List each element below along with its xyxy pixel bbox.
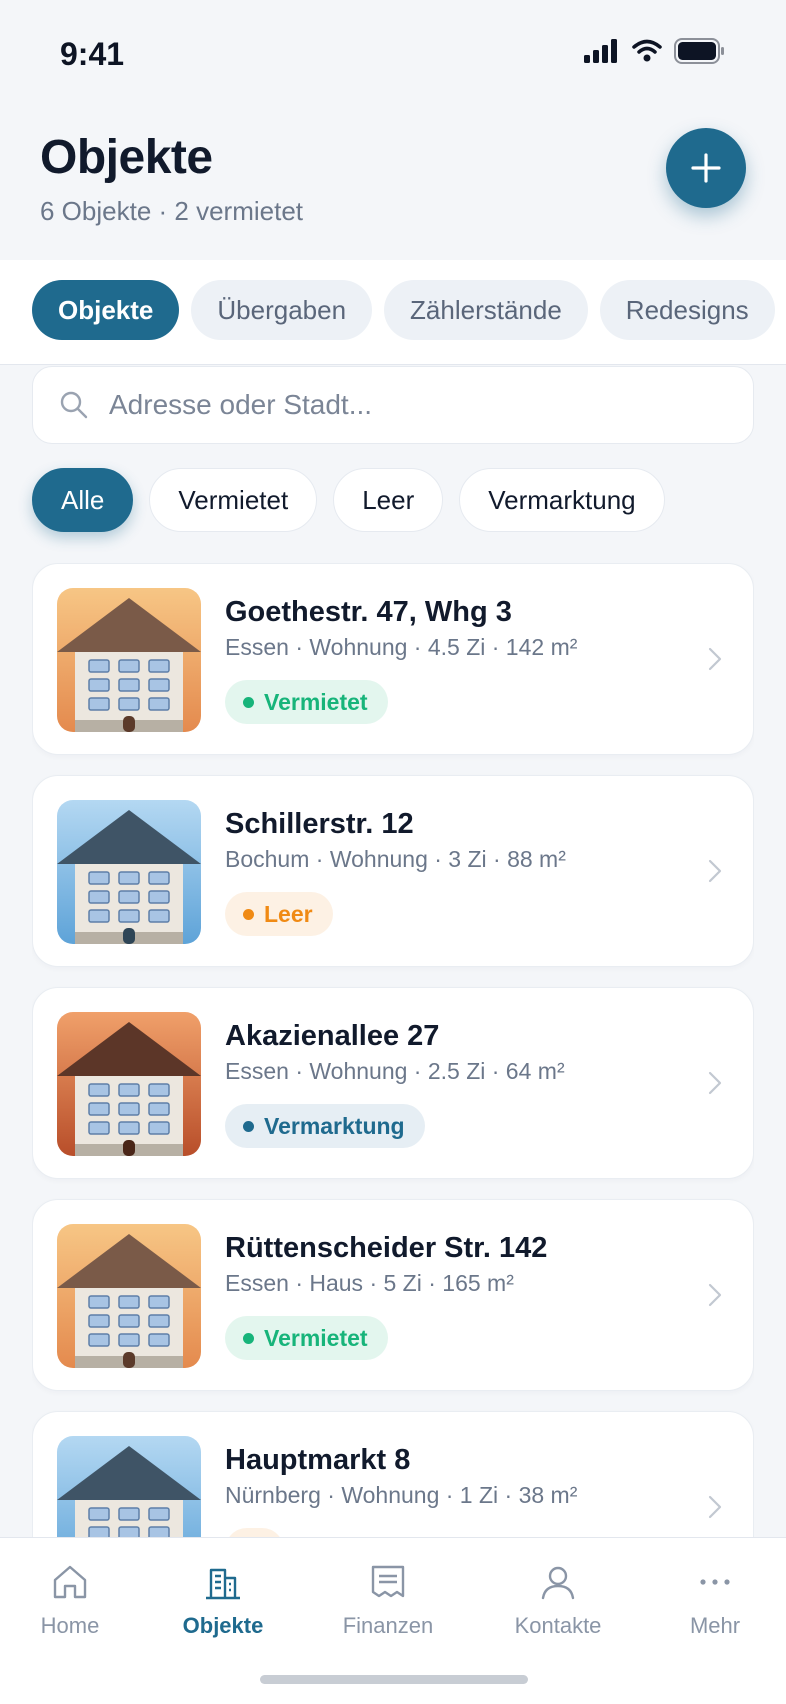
property-card[interactable]: Goethestr. 47, Whg 3 Essen · Wohnung · 4… (32, 563, 754, 755)
status-icons (584, 38, 726, 64)
status-time: 9:41 (60, 36, 125, 72)
status-badge: Vermietet (225, 1316, 388, 1360)
house-thumbnail (57, 1436, 201, 1537)
home-indicator (260, 1675, 528, 1684)
property-card[interactable]: Schillerstr. 12 Bochum · Wohnung · 3 Zi … (32, 775, 754, 967)
house-thumbnail (57, 588, 201, 732)
status-filters: Alle Vermietet Leer Vermarktung (32, 468, 665, 532)
property-title: Rüttenscheider Str. 142 (225, 1232, 548, 1264)
page-title: Objekte (40, 131, 213, 184)
property-card[interactable]: Hauptmarkt 8 Nürnberg · Wohnung · 1 Zi ·… (32, 1411, 754, 1537)
status-badge: Vermietet (225, 680, 388, 724)
property-card[interactable]: Rüttenscheider Str. 142 Essen · Haus · 5… (32, 1199, 754, 1391)
nav-item-kontakte[interactable]: Kontakte (488, 1562, 628, 1639)
status-badge: Leer (225, 892, 333, 936)
person-icon (541, 1566, 575, 1600)
section-tabs: Objekte Übergaben Zählerstände Redesigns (0, 260, 786, 365)
nav-item-objekte[interactable]: Objekte (153, 1562, 293, 1639)
status-dot (243, 696, 254, 708)
nav-label: Home (40, 1613, 100, 1638)
property-meta: Nürnberg · Wohnung · 1 Zi · 38 m² (225, 1482, 578, 1508)
tab-uebergaben[interactable]: Übergaben (191, 280, 373, 340)
page-header: Objekte 6 Objekte · 2 vermietet (0, 110, 786, 260)
chevron-right-icon (708, 647, 722, 671)
search-input[interactable] (109, 367, 729, 443)
filter-leer[interactable]: Leer (333, 468, 444, 532)
status-bar: 9:41 (0, 0, 786, 110)
house-thumbnail (57, 1012, 201, 1156)
filter-vermarktung[interactable]: Vermarktung (459, 468, 665, 532)
receipt-icon (371, 1565, 405, 1598)
plus-icon (691, 153, 721, 183)
nav-item-finanzen[interactable]: Finanzen (318, 1562, 458, 1639)
house-thumbnail (57, 1224, 201, 1368)
property-meta: Bochum · Wohnung · 3 Zi · 88 m² (225, 846, 566, 872)
nav-label: Finanzen (342, 1613, 434, 1638)
nav-label: Mehr (689, 1613, 741, 1638)
status-label: Vermietet (264, 1324, 368, 1351)
nav-label: Objekte (182, 1613, 264, 1638)
property-meta: Essen · Wohnung · 2.5 Zi · 64 m² (225, 1058, 565, 1084)
nav-label: Kontakte (514, 1613, 602, 1638)
filter-vermietet[interactable]: Vermietet (149, 468, 318, 532)
add-object-button[interactable] (666, 128, 746, 208)
more-icon (700, 1579, 730, 1585)
status-badge (225, 1528, 284, 1537)
home-icon (53, 1565, 87, 1599)
status-dot (243, 908, 254, 920)
battery-icon (674, 38, 724, 64)
nav-item-mehr[interactable]: Mehr (645, 1562, 785, 1639)
status-badge: Vermarktung (225, 1104, 425, 1148)
property-meta: Essen · Haus · 5 Zi · 165 m² (225, 1270, 514, 1296)
tab-zaehlerstaende[interactable]: Zählerstände (384, 280, 588, 340)
property-title: Akazienallee 27 (225, 1020, 440, 1052)
chevron-right-icon (708, 1495, 722, 1519)
property-title: Schillerstr. 12 (225, 808, 414, 840)
filter-alle[interactable]: Alle (32, 468, 134, 532)
house-thumbnail (57, 800, 201, 944)
property-meta: Essen · Wohnung · 4.5 Zi · 142 m² (225, 634, 578, 660)
search-icon (60, 391, 88, 419)
property-list: Goethestr. 47, Whg 3 Essen · Wohnung · 4… (32, 563, 754, 1537)
wifi-icon (632, 39, 662, 62)
chevron-right-icon (708, 859, 722, 883)
property-title: Goethestr. 47, Whg 3 (225, 596, 512, 628)
tab-redesigns[interactable]: Redesigns (599, 280, 775, 340)
tab-objekte[interactable]: Objekte (32, 280, 180, 340)
building-icon (206, 1568, 240, 1600)
nav-item-home[interactable]: Home (0, 1562, 140, 1639)
status-dot (243, 1332, 254, 1344)
page-subtitle: 6 Objekte · 2 vermietet (40, 196, 303, 226)
signal-icon (584, 39, 617, 63)
status-label: Vermietet (264, 688, 368, 715)
search-box (32, 366, 754, 444)
status-label: Vermarktung (264, 1112, 405, 1139)
chevron-right-icon (708, 1283, 722, 1307)
status-dot (243, 1120, 254, 1132)
status-label: Leer (264, 900, 313, 927)
property-title: Hauptmarkt 8 (225, 1444, 411, 1476)
chevron-right-icon (708, 1071, 722, 1095)
property-card[interactable]: Akazienallee 27 Essen · Wohnung · 2.5 Zi… (32, 987, 754, 1179)
